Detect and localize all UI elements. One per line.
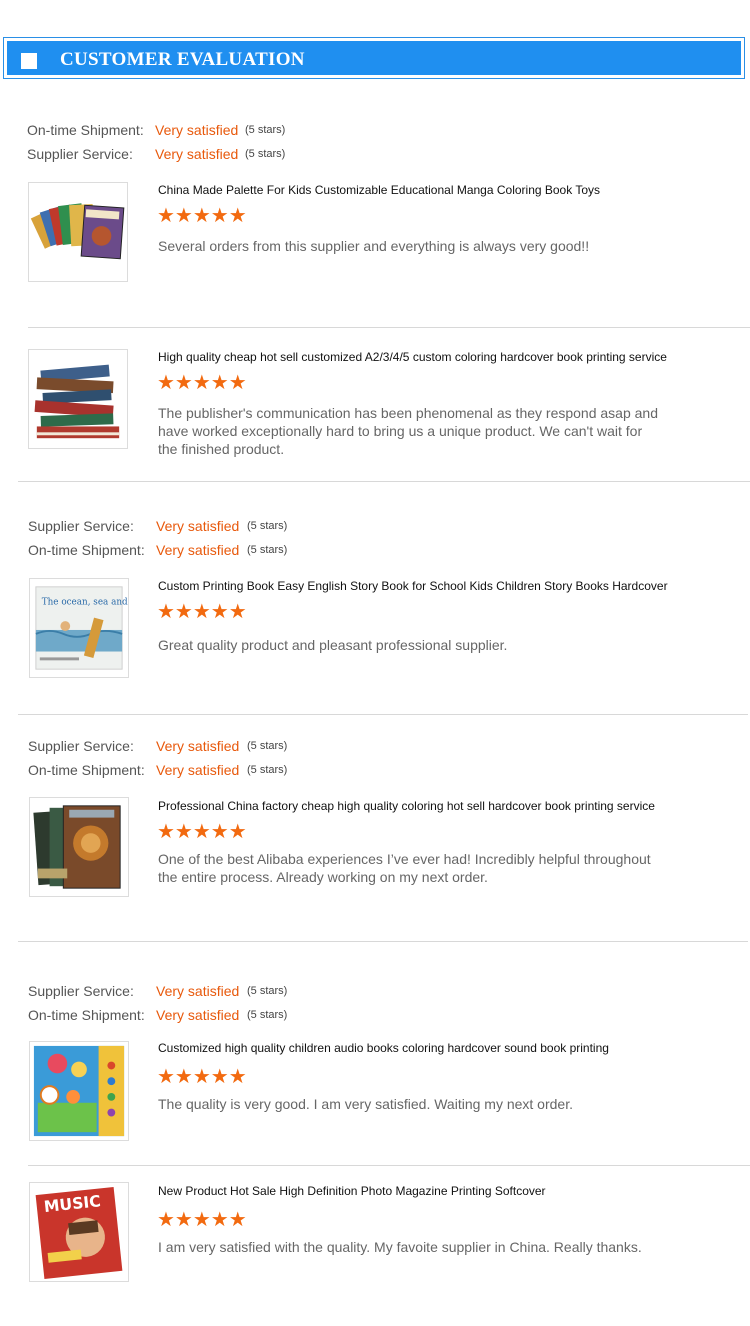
product-title[interactable]: New Product Hot Sale High Definition Pho… bbox=[158, 1184, 546, 1198]
product-title[interactable]: Professional China factory cheap high qu… bbox=[158, 799, 655, 813]
rating-value: Very satisfied bbox=[155, 122, 239, 138]
rating-value: Very satisfied bbox=[155, 146, 239, 162]
review-comment: Several orders from this supplier and ev… bbox=[158, 238, 590, 254]
review-comment: Great quality product and pleasant profe… bbox=[158, 637, 508, 653]
rating-stars-text: (5 stars) bbox=[247, 544, 288, 556]
product-title[interactable]: Customized high quality children audio b… bbox=[158, 1041, 609, 1055]
rating-stars: ★★★★★ bbox=[157, 1209, 247, 1231]
section-header-bar: CUSTOMER EVALUATION bbox=[7, 41, 741, 75]
divider bbox=[18, 481, 750, 482]
rating-stars-text: (5 stars) bbox=[247, 985, 288, 997]
cover-text: The ocean, sea and me bbox=[42, 597, 128, 607]
rating-label: On-time Shipment: bbox=[27, 122, 144, 138]
rating-stars: ★★★★★ bbox=[157, 601, 247, 623]
rating-value: Very satisfied bbox=[156, 542, 240, 558]
square-icon bbox=[21, 53, 37, 69]
rating-stars-text: (5 stars) bbox=[245, 148, 286, 160]
rating-value: Very satisfied bbox=[156, 1007, 240, 1023]
rating-label: On-time Shipment: bbox=[28, 542, 145, 558]
rating-stars-text: (5 stars) bbox=[247, 520, 288, 532]
rating-label: Supplier Service: bbox=[27, 146, 133, 162]
rating-stars: ★★★★★ bbox=[157, 821, 247, 843]
rating-label: On-time Shipment: bbox=[28, 762, 145, 778]
product-image-sound-book[interactable] bbox=[29, 1041, 129, 1141]
product-title[interactable]: High quality cheap hot sell customized A… bbox=[158, 350, 667, 364]
divider bbox=[18, 714, 748, 715]
review-comment: I am very satisfied with the quality. My… bbox=[158, 1239, 642, 1255]
rating-label: Supplier Service: bbox=[28, 518, 134, 534]
rating-value: Very satisfied bbox=[156, 518, 240, 534]
rating-stars-text: (5 stars) bbox=[247, 1009, 288, 1021]
rating-stars-text: (5 stars) bbox=[245, 124, 286, 136]
section-title: CUSTOMER EVALUATION bbox=[60, 49, 305, 70]
review-comment: One of the best Alibaba experiences I’ve… bbox=[158, 851, 651, 885]
rating-stars-text: (5 stars) bbox=[247, 764, 288, 776]
product-image-lion-books[interactable] bbox=[29, 797, 129, 897]
rating-stars-text: (5 stars) bbox=[247, 740, 288, 752]
product-title[interactable]: Custom Printing Book Easy English Story … bbox=[158, 579, 668, 593]
product-title[interactable]: China Made Palette For Kids Customizable… bbox=[158, 183, 600, 197]
rating-value: Very satisfied bbox=[156, 738, 240, 754]
divider bbox=[18, 941, 748, 942]
rating-stars: ★★★★★ bbox=[157, 372, 247, 394]
rating-value: Very satisfied bbox=[156, 983, 240, 999]
divider bbox=[28, 327, 750, 328]
product-image-book-stack[interactable] bbox=[28, 349, 128, 449]
review-comment: The quality is very good. I am very sati… bbox=[158, 1096, 573, 1112]
product-image-ocean-book[interactable]: The ocean, sea and me bbox=[29, 578, 129, 678]
rating-stars: ★★★★★ bbox=[157, 1066, 247, 1088]
rating-label: Supplier Service: bbox=[28, 738, 134, 754]
review-comment: The publisher's communication has been p… bbox=[158, 405, 658, 457]
rating-label: On-time Shipment: bbox=[28, 1007, 145, 1023]
rating-value: Very satisfied bbox=[156, 762, 240, 778]
product-image-comic-books[interactable] bbox=[28, 182, 128, 282]
section-header: CUSTOMER EVALUATION bbox=[3, 37, 745, 79]
product-image-music-magazine[interactable]: MUSIC bbox=[29, 1182, 129, 1282]
rating-label: Supplier Service: bbox=[28, 983, 134, 999]
divider bbox=[28, 1165, 750, 1166]
rating-stars: ★★★★★ bbox=[157, 205, 247, 227]
